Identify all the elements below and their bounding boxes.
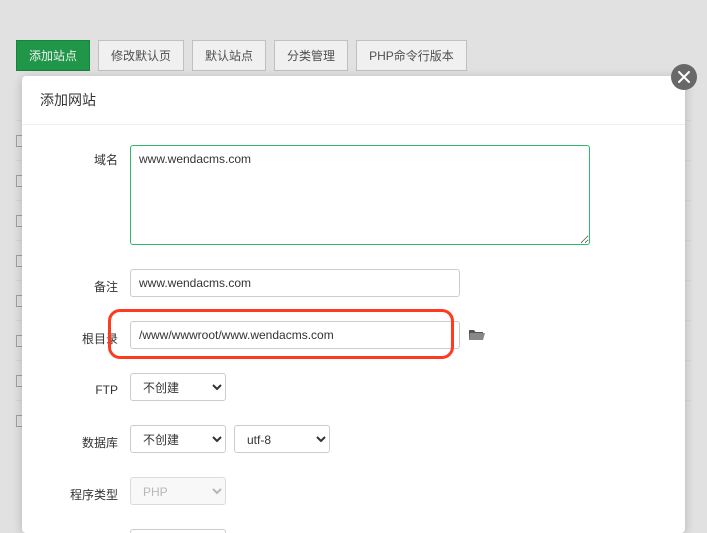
root-field: 根目录 xyxy=(50,321,657,349)
ptype-select[interactable]: PHP xyxy=(130,477,226,505)
ptype-field: 程序类型 PHP xyxy=(50,477,657,505)
modal-title: 添加网站 xyxy=(22,76,685,125)
ftp-label: FTP xyxy=(50,377,130,397)
db-create-select[interactable]: 不创建 xyxy=(130,425,226,453)
folder-open-icon[interactable] xyxy=(468,328,486,342)
close-icon[interactable] xyxy=(671,64,697,90)
db-charset-select[interactable]: utf-8 xyxy=(234,425,330,453)
remark-input[interactable] xyxy=(130,269,460,297)
root-label: 根目录 xyxy=(50,324,130,347)
remark-label: 备注 xyxy=(50,272,130,295)
add-site-modal: 添加网站 域名 www.wendacms.com 备注 根目录 xyxy=(22,76,685,533)
domain-field: 域名 www.wendacms.com xyxy=(50,145,657,245)
remark-field: 备注 xyxy=(50,269,657,297)
domain-label: 域名 xyxy=(50,145,130,168)
root-input[interactable] xyxy=(130,321,460,349)
ptype-label: 程序类型 xyxy=(50,480,130,503)
domain-input[interactable]: www.wendacms.com xyxy=(130,145,590,245)
db-label: 数据库 xyxy=(50,428,130,451)
ftp-field: FTP 不创建 xyxy=(50,373,657,401)
ftp-select[interactable]: 不创建 xyxy=(130,373,226,401)
db-field: 数据库 不创建 utf-8 xyxy=(50,425,657,453)
phpver-field: PHP版本 PHP-72 xyxy=(50,529,657,533)
phpver-select[interactable]: PHP-72 xyxy=(130,529,226,533)
